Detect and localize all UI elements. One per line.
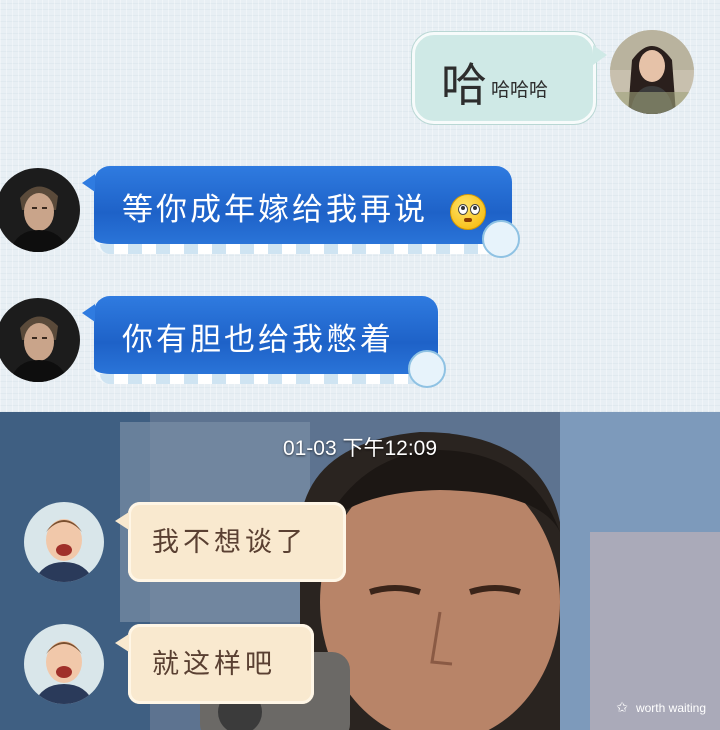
avatar-receiver[interactable] [24,502,104,582]
rolling-eyes-emoji-icon [450,194,486,230]
star-icon: ✩ [616,699,628,715]
message-text: 我不想谈了 [152,527,307,558]
watermark-text: worth waiting [635,700,706,715]
avatar-receiver[interactable] [0,168,80,252]
bubble-wave-decoration [100,374,432,384]
chat-bubble-received[interactable]: 等你成年嫁给我再说 [82,166,520,258]
chat-bubble-received[interactable]: 你有胆也给我憋着 [82,296,446,388]
chat-bubble-sent[interactable]: 哈 哈哈哈 [412,32,607,124]
chat-bubble-received[interactable]: 我不想谈了 [115,502,346,582]
bubble-wave-decoration [100,244,506,254]
message-text: 你有胆也给我憋着 [122,322,394,358]
message-text: 就这样吧 [152,649,276,680]
avatar-receiver[interactable] [24,624,104,704]
avatar-man-photo [0,298,80,382]
top-chat-panel: 哈 哈哈哈 等你成年嫁给我再说 你有胆也给我憋着 [0,0,720,412]
avatar-laughing-boy-photo [24,624,104,704]
avatar-sender[interactable] [610,30,694,114]
bottom-chat-panel: 01-03 下午12:09 我不想谈了 就这样吧 ✩ worth waiting [0,412,720,730]
message-small-text: 哈哈哈 [491,79,549,101]
bubble-character-decoration-icon [408,350,446,388]
message-big-char: 哈 [441,58,487,112]
chat-bubble-received[interactable]: 就这样吧 [115,624,314,704]
avatar-receiver[interactable] [0,298,80,382]
watermark: ✩ worth waiting [616,699,706,716]
avatar-man-photo [0,168,80,252]
bubble-character-decoration-icon [482,220,520,258]
bubble-tail [593,45,607,65]
avatar-girl-photo [610,30,694,114]
message-text: 等你成年嫁给我再说 [122,192,428,228]
chat-timestamp: 01-03 下午12:09 [282,437,438,460]
avatar-laughing-boy-photo [24,502,104,582]
